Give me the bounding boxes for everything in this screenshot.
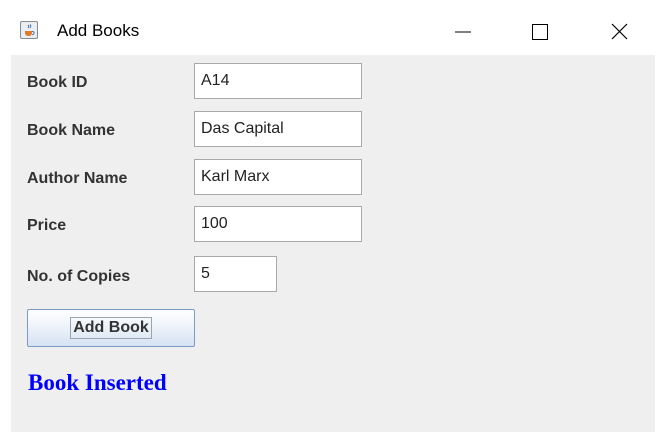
price-field[interactable] xyxy=(194,206,362,242)
author-name-field[interactable] xyxy=(194,159,362,195)
book-name-label: Book Name xyxy=(27,122,116,139)
add-book-button-label: Add Book xyxy=(70,317,152,339)
price-label: Price xyxy=(27,217,67,234)
java-cup-icon xyxy=(20,21,38,39)
author-name-label: Author Name xyxy=(27,170,128,187)
book-id-label: Book ID xyxy=(27,74,88,91)
add-book-button[interactable]: Add Book xyxy=(27,309,195,347)
book-id-field[interactable] xyxy=(194,63,362,99)
maximize-icon[interactable] xyxy=(517,12,563,52)
status-message: Book Inserted xyxy=(28,370,167,395)
close-icon[interactable] xyxy=(597,12,643,52)
title-bar: Add Books xyxy=(0,0,659,55)
window-title: Add Books xyxy=(57,21,140,40)
form-panel: Book ID Book Name Author Name Price No. … xyxy=(11,55,655,432)
book-name-field[interactable] xyxy=(194,111,362,147)
copies-field[interactable] xyxy=(194,256,277,292)
minimize-icon[interactable] xyxy=(440,12,486,52)
copies-label: No. of Copies xyxy=(27,268,131,285)
